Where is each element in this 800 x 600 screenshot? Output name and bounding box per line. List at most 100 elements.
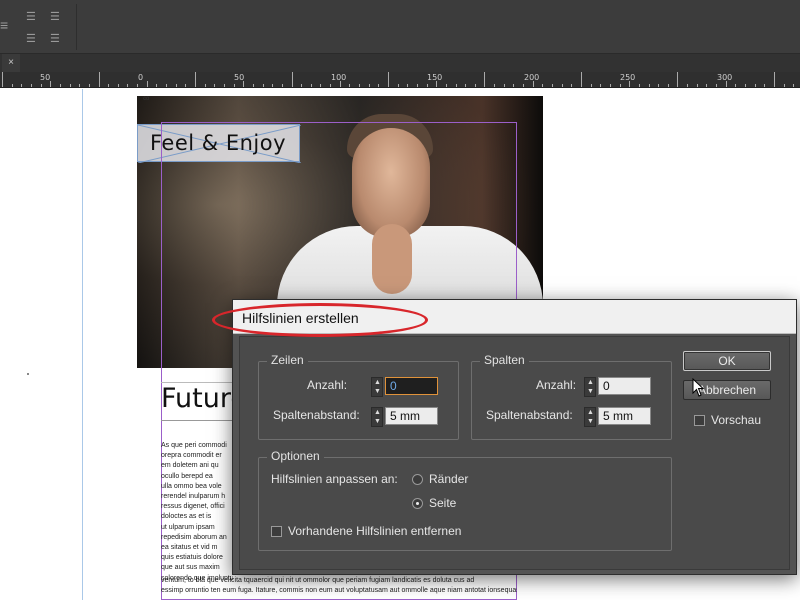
ok-button[interactable]: OK: [683, 351, 771, 371]
rows-gutter-stepper[interactable]: ▲ ▼: [371, 407, 383, 427]
body-line: repedisim aborum an: [161, 533, 227, 541]
ruler-tick: [340, 81, 341, 87]
close-icon[interactable]: ×: [2, 54, 20, 72]
ruler-tick: [89, 84, 90, 87]
columns-count-stepper[interactable]: ▲ ▼: [584, 377, 596, 397]
link-chain-icon[interactable]: ≡: [0, 18, 8, 32]
ruler-tick: [600, 84, 601, 87]
ruler-tick: [108, 84, 109, 87]
ruler-tick: [755, 84, 756, 87]
ruler-tick: [253, 84, 254, 87]
body-text-bottom[interactable]: ventum, to bla que velicita tquaercid qu…: [161, 576, 517, 596]
body-line: rerendel inulparum h: [161, 493, 226, 501]
ruler-tick: [562, 84, 563, 87]
subheading-rule: [161, 420, 233, 421]
ruler-tick: [735, 84, 736, 87]
options-group-title: Optionen: [267, 449, 324, 463]
radio-margins[interactable]: [412, 474, 423, 485]
distribute-bottom-icon[interactable]: ☰: [26, 34, 36, 45]
ruler-tick: [147, 81, 148, 87]
ruler-tick: [726, 81, 727, 87]
ruler-tick: [523, 84, 524, 87]
distribute-center-icon[interactable]: ☰: [50, 12, 60, 23]
ruler-label: 0: [138, 73, 144, 82]
body-line: ventum, to bla que velicita tquaercid qu…: [161, 577, 475, 584]
body-line: As que peri commodi: [161, 442, 227, 449]
ruler-tick: [581, 72, 582, 87]
ruler-tick: [417, 84, 418, 87]
columns-gutter-stepper[interactable]: ▲ ▼: [584, 407, 596, 427]
remove-existing-checkbox[interactable]: [271, 526, 282, 537]
ruler-tick: [118, 84, 119, 87]
ruler-tick: [542, 84, 543, 87]
rows-group-title: Zeilen: [267, 353, 308, 367]
ruler-tick: [185, 84, 186, 87]
stray-point: [27, 373, 29, 375]
ruler-tick: [649, 84, 650, 87]
radio-page[interactable]: [412, 498, 423, 509]
columns-gutter-field[interactable]: 5 mm: [598, 407, 651, 425]
ruler-tick: [359, 84, 360, 87]
ruler-tick: [243, 81, 244, 87]
ruler-tick: [687, 84, 688, 87]
ruler-tick: [475, 84, 476, 87]
control-panel: ≡ ☰ ☰ ☰ ☰: [0, 0, 800, 54]
ruler-tick: [745, 84, 746, 87]
preview-label[interactable]: Vorschau: [711, 413, 761, 427]
ruler-tick: [176, 84, 177, 87]
ruler-tick: [292, 72, 293, 87]
ruler-tick: [784, 84, 785, 87]
columns-group-title: Spalten: [480, 353, 529, 367]
radio-selected-dot: [416, 502, 419, 505]
ruler-label: 150: [427, 73, 443, 82]
ruler-tick: [571, 84, 572, 87]
ruler-tick: [234, 84, 235, 87]
rows-gutter-label: Spaltenabstand:: [273, 408, 360, 422]
horizontal-ruler[interactable]: 50 0 50 100 150 200 250 300: [0, 72, 800, 88]
body-line: ut ulparum ipsam: [161, 523, 215, 531]
ruler-tick: [427, 84, 428, 87]
radio-margins-label[interactable]: Ränder: [429, 472, 468, 486]
ruler-tick: [137, 84, 138, 87]
ruler-tick: [70, 84, 71, 87]
ruler-tick: [407, 84, 408, 87]
ruler-tick: [320, 84, 321, 87]
ruler-tick: [456, 84, 457, 87]
rows-count-field[interactable]: 0: [385, 377, 438, 395]
columns-gutter-label: Spaltenabstand:: [486, 408, 573, 422]
rows-count-stepper[interactable]: ▲ ▼: [371, 377, 383, 397]
ruler-tick: [610, 84, 611, 87]
preview-checkbox[interactable]: [694, 415, 705, 426]
columns-count-field[interactable]: 0: [598, 377, 651, 395]
ruler-tick: [629, 81, 630, 87]
body-line: doloctes as et is: [161, 513, 212, 521]
body-text-column[interactable]: As que peri commodi orepra commodit er e…: [161, 441, 233, 584]
document-tab-bar: ×: [0, 54, 800, 72]
rows-count-label: Anzahl:: [307, 378, 348, 392]
ruler-tick: [494, 84, 495, 87]
ruler-tick: [513, 84, 514, 87]
ruler-tick: [282, 84, 283, 87]
ruler-tick: [706, 84, 707, 87]
ruler-tick: [224, 84, 225, 87]
body-line: ea sitatus et vid m: [161, 544, 218, 552]
body-line: orepra commodit er: [161, 452, 222, 460]
ruler-tick: [591, 84, 592, 87]
radio-page-label[interactable]: Seite: [429, 496, 456, 510]
remove-existing-label[interactable]: Vorhandene Hilfslinien entfernen: [288, 524, 461, 538]
body-line: essimp orruntio ten eum fuga. Itature, c…: [161, 587, 517, 595]
rows-gutter-field[interactable]: 5 mm: [385, 407, 438, 425]
ruler-tick: [398, 84, 399, 87]
link-icon[interactable]: ∞: [143, 93, 149, 103]
ruler-tick: [436, 81, 437, 87]
distribute-top-icon[interactable]: ☰: [26, 12, 36, 23]
ruler-tick: [484, 72, 485, 87]
rows-group: Zeilen Anzahl: ▲ ▼ 0 Spaltenabstand: ▲ ▼ 5…: [258, 353, 459, 440]
ruler-tick: [764, 84, 765, 87]
distribute-spacing-icon[interactable]: ☰: [50, 34, 60, 45]
ruler-label: 300: [717, 73, 733, 82]
ruler-tick: [12, 84, 13, 87]
ruler-tick: [263, 84, 264, 87]
columns-count-label: Anzahl:: [536, 378, 577, 392]
ruler-tick: [195, 72, 196, 87]
